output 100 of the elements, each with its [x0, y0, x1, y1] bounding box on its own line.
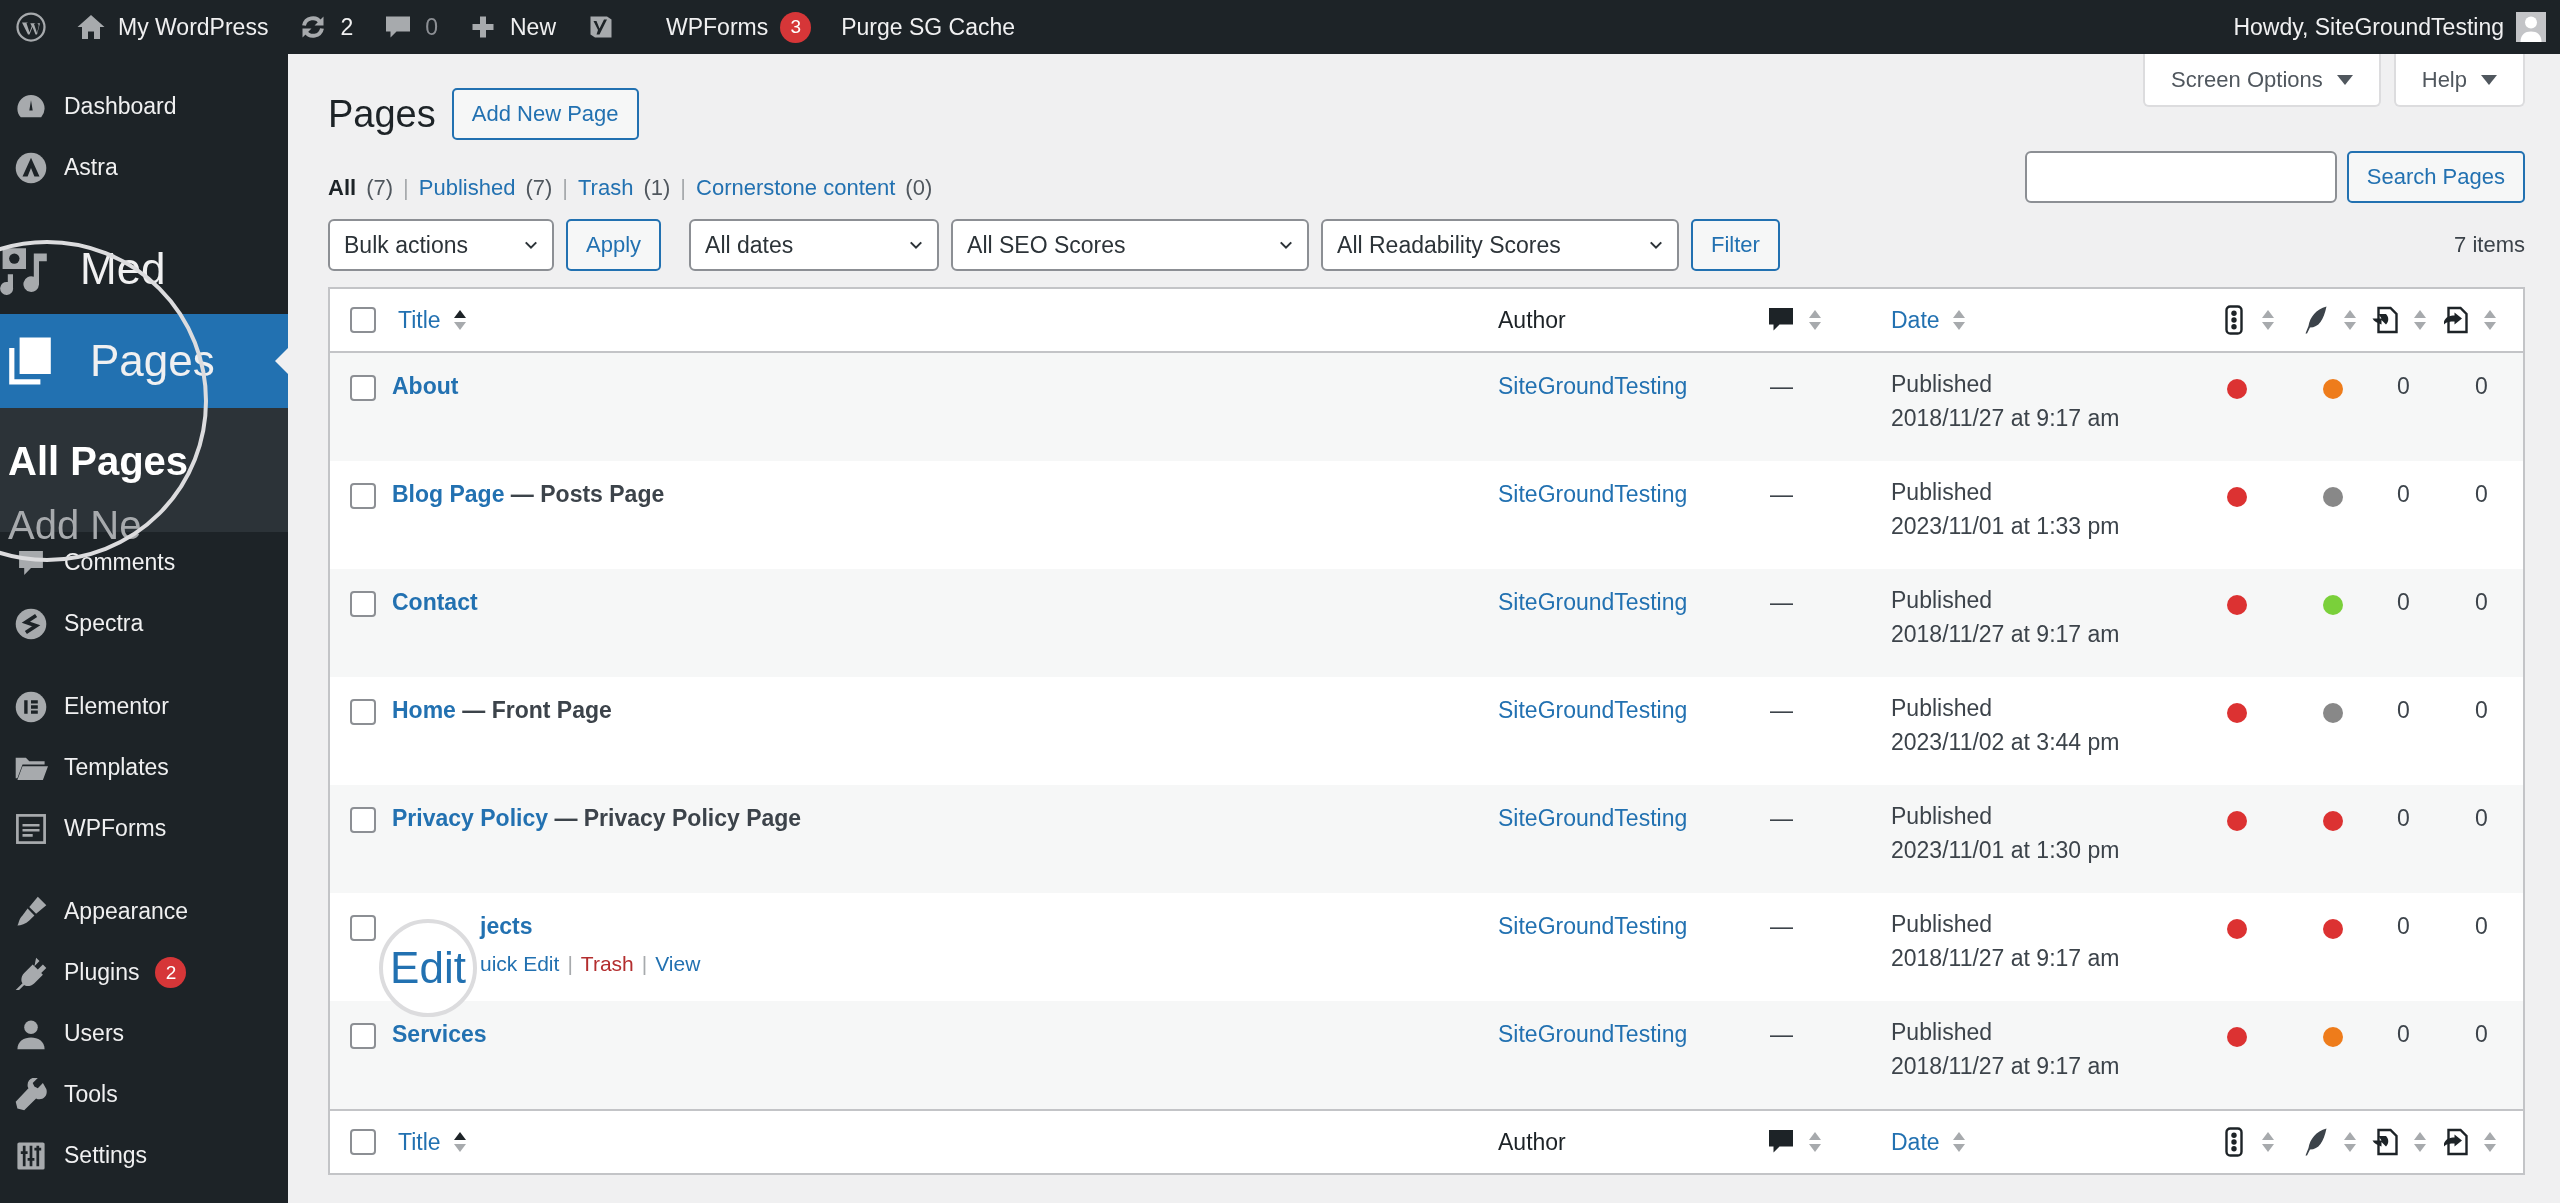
outgoing-link-icon[interactable] [2441, 305, 2471, 335]
comment-count[interactable]: 0 [425, 13, 438, 41]
status-text: Published [1891, 370, 1994, 399]
wrench-icon [14, 1077, 48, 1112]
menu-item[interactable]: Astra [0, 137, 288, 198]
column-sort-link[interactable]: Date [1891, 1128, 1940, 1156]
outgoing-link-icon[interactable] [2441, 1127, 2471, 1157]
checkbox[interactable] [350, 483, 376, 509]
menu-item[interactable]: Spectra [0, 593, 288, 654]
checkbox[interactable] [350, 915, 376, 941]
toolbar-link[interactable]: WPForms [666, 13, 769, 41]
author-link[interactable]: SiteGroundTesting [1498, 913, 1688, 939]
author-link[interactable]: SiteGroundTesting [1498, 481, 1688, 507]
submenu-item[interactable]: All Pages [8, 432, 288, 490]
wordpress-logo-icon[interactable] [16, 12, 46, 42]
status-text: Published [1891, 586, 1994, 615]
page-title-link[interactable]: jects [480, 913, 533, 939]
column-sort-link[interactable]: Title [398, 306, 441, 334]
date-text: 2018/11/27 at 9:17 am [1891, 404, 2121, 433]
checkbox[interactable] [350, 699, 376, 725]
page-title-link[interactable]: Blog Page [392, 481, 505, 507]
author-link[interactable]: SiteGroundTesting [1498, 697, 1688, 723]
separator: | [403, 175, 409, 201]
status-text: Published [1891, 478, 1994, 507]
page-title-link[interactable]: Services [392, 1021, 487, 1047]
page-title-link[interactable]: Contact [392, 589, 478, 615]
column-sort-link[interactable]: Date [1891, 306, 1940, 334]
search-field[interactable] [2024, 151, 2337, 203]
filter-link[interactable]: Trash [578, 175, 634, 201]
link-count: 0 [2475, 805, 2488, 831]
toolbar-link[interactable]: New [510, 13, 556, 41]
link-count: 0 [2397, 373, 2410, 399]
page-title-link[interactable]: About [392, 373, 459, 399]
add-new-button[interactable]: Add New Page [451, 88, 639, 140]
screen-tab[interactable]: Screen Options [2143, 54, 2381, 107]
page-title-link[interactable]: Home [392, 697, 456, 723]
brush-icon [14, 894, 48, 929]
menu-item[interactable]: Dashboard [0, 76, 288, 137]
screen-tab[interactable]: Help [2393, 54, 2525, 107]
link-count: 0 [2475, 481, 2488, 507]
link-count: 0 [2475, 913, 2488, 939]
dropdown[interactable]: All Readability Scores [1321, 219, 1680, 271]
menu-item[interactable]: Appearance [0, 881, 288, 942]
checkbox[interactable] [350, 591, 376, 617]
row-action-link[interactable]: uick Edit [480, 952, 560, 976]
row-action-link[interactable]: Trash [580, 952, 634, 976]
author-link[interactable]: SiteGroundTesting [1498, 805, 1688, 831]
incoming-link-icon[interactable] [2371, 305, 2401, 335]
checkbox[interactable] [350, 1129, 376, 1155]
logo-icon [14, 689, 48, 724]
filter-link[interactable]: All [328, 175, 357, 201]
menu-item[interactable]: Elementor [0, 676, 288, 737]
toolbar-link[interactable]: Purge SG Cache [841, 13, 1016, 41]
search-button[interactable]: Search Pages [2346, 151, 2525, 203]
menu-item[interactable]: Tools [0, 1064, 288, 1125]
comment-count: — [1769, 805, 1793, 831]
author-link[interactable]: SiteGroundTesting [1498, 1021, 1688, 1047]
menu-item[interactable]: WPForms [0, 798, 288, 859]
link-count: 0 [2475, 1021, 2488, 1047]
dropdown[interactable]: Bulk actions [328, 219, 554, 271]
column-sort-link[interactable]: Title [398, 1128, 441, 1156]
account-greeting[interactable]: Howdy, SiteGroundTesting [2233, 13, 2504, 41]
magnified-edit-link[interactable]: Edit [379, 919, 477, 1017]
date-text: 2023/11/01 at 1:30 pm [1891, 836, 2121, 865]
update-count[interactable]: 2 [340, 13, 354, 41]
menu-item[interactable]: Templates [0, 737, 288, 798]
page-title-link[interactable]: Privacy Policy [392, 805, 548, 831]
apply-button[interactable]: Apply [566, 219, 662, 271]
dropdown[interactable]: All dates [689, 219, 940, 271]
author-link[interactable]: SiteGroundTesting [1498, 373, 1688, 399]
filter-button[interactable]: Filter [1691, 219, 1780, 271]
checkbox[interactable] [350, 807, 376, 833]
separator: | [562, 175, 568, 201]
logo-icon [14, 606, 48, 641]
item-count: (7) [525, 175, 553, 201]
row-action-link[interactable]: View [655, 952, 701, 976]
status-text: Published [1891, 802, 1994, 831]
status-text: Published [1891, 910, 1994, 939]
date-text: 2018/11/27 at 9:17 am [1891, 620, 2121, 649]
checkbox[interactable] [350, 375, 376, 401]
filter-link[interactable]: Cornerstone content [696, 175, 896, 201]
comment-count: — [1769, 481, 1793, 507]
incoming-link-icon[interactable] [2371, 1127, 2401, 1157]
menu-item[interactable]: Settings [0, 1125, 288, 1186]
item-count: 7 items [2454, 232, 2525, 258]
checkbox[interactable] [350, 1023, 376, 1049]
link-count: 0 [2397, 589, 2410, 615]
page-state-label: — Posts Page [510, 481, 665, 507]
comment-count: — [1769, 373, 1793, 399]
author-link[interactable]: SiteGroundTesting [1498, 589, 1688, 615]
toolbar-link[interactable]: My WordPress [118, 13, 269, 41]
caret-icon [2481, 74, 2497, 85]
dropdown[interactable]: All SEO Scores [951, 219, 1310, 271]
menu-item[interactable]: Plugins 2 [0, 942, 288, 1003]
filter-link[interactable]: Published [418, 175, 516, 201]
submenu-item[interactable]: Add Ne [8, 496, 288, 554]
checkbox[interactable] [350, 307, 376, 333]
column-header: Author [1498, 1128, 1566, 1156]
link-count: 0 [2475, 697, 2488, 723]
menu-item[interactable]: Users [0, 1003, 288, 1064]
